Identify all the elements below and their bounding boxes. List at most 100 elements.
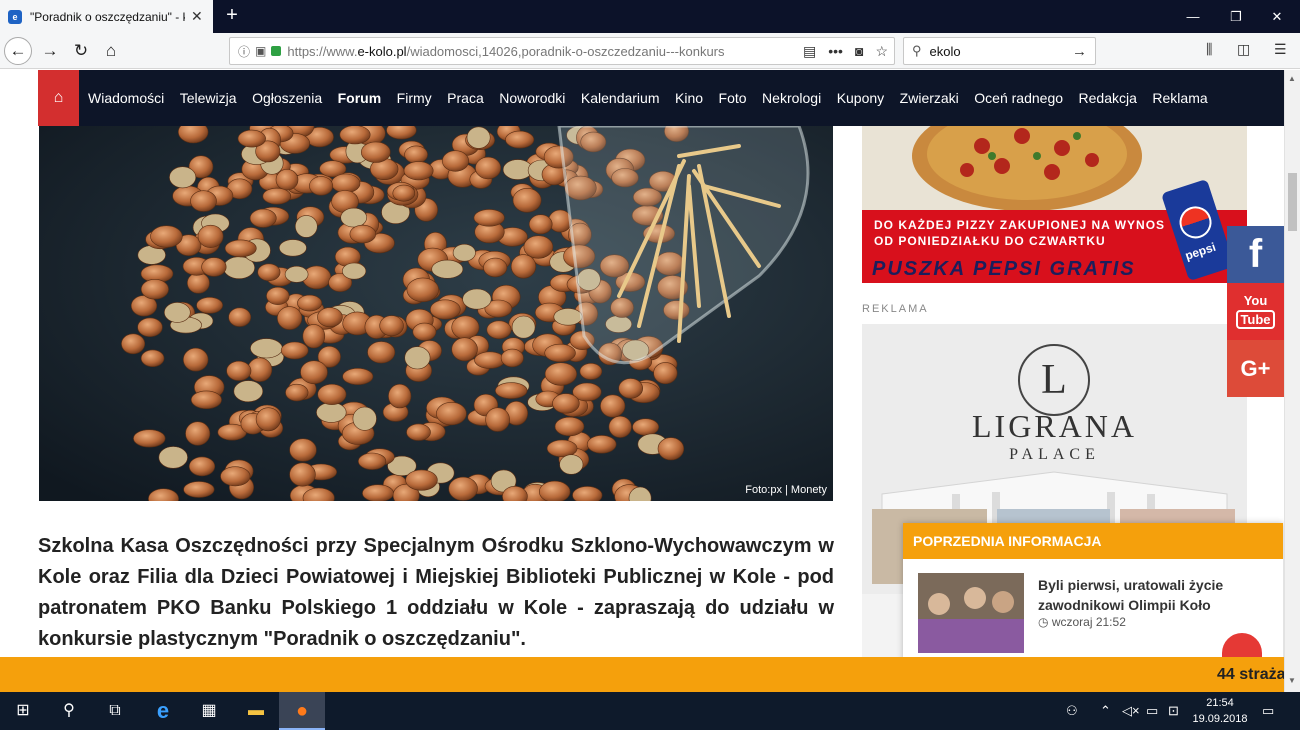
- back-button[interactable]: ←: [4, 37, 32, 65]
- menu-item-firmy[interactable]: Firmy: [397, 90, 432, 106]
- windows-start-icon[interactable]: ⊞: [0, 692, 46, 730]
- menu-item-telewizja[interactable]: Telewizja: [180, 90, 237, 106]
- facebook-icon: f: [1248, 232, 1263, 276]
- page-actions-icon[interactable]: •••: [828, 43, 843, 59]
- people-icon[interactable]: ⚇: [1066, 703, 1078, 719]
- info-icon[interactable]: ⓘ: [238, 43, 250, 60]
- restore-button[interactable]: ❐: [1213, 0, 1259, 33]
- scroll-down-arrow-icon[interactable]: ▼: [1288, 676, 1296, 685]
- edge-browser-icon[interactable]: e: [140, 692, 186, 730]
- sidebar-toggle-icon[interactable]: ◫: [1237, 41, 1250, 58]
- browser-tab[interactable]: e "Poradnik o oszczędzaniu" - ko ✕: [0, 0, 213, 33]
- article-lead: Szkolna Kasa Oszczędności przy Specjalny…: [38, 535, 834, 650]
- minimize-button[interactable]: —: [1170, 0, 1216, 33]
- new-tab-button[interactable]: +: [221, 4, 243, 28]
- coin-shape: [300, 360, 328, 384]
- menu-item-reklama[interactable]: Reklama: [1152, 90, 1207, 106]
- file-explorer-icon[interactable]: ▬: [233, 692, 279, 730]
- coin-shape: [190, 190, 217, 212]
- menu-item-kino[interactable]: Kino: [675, 90, 703, 106]
- coin-shape: [201, 257, 227, 277]
- coin-shape: [452, 243, 476, 262]
- ticker-text[interactable]: 44 straża: [1217, 666, 1286, 684]
- coin-shape: [302, 324, 326, 349]
- system-clock[interactable]: 21:54 19.09.2018: [1190, 695, 1250, 727]
- pizza-ad-banner[interactable]: DO KAŻDEJ PIZZY ZAKUPIONEJ NA WYNOS OD P…: [862, 126, 1247, 283]
- coin-shape: [349, 224, 376, 244]
- action-center-icon[interactable]: ▭: [1262, 703, 1274, 719]
- scrollbar-thumb[interactable]: [1288, 173, 1297, 231]
- store-icon[interactable]: ▦: [186, 692, 232, 730]
- search-go-arrow-icon[interactable]: →: [1072, 43, 1087, 60]
- menu-item-wiadomosci[interactable]: Wiadomości: [88, 90, 164, 106]
- coin-shape: [342, 262, 367, 280]
- menu-hamburger-icon[interactable]: ☰: [1274, 41, 1287, 58]
- url-text[interactable]: https://www.e-kolo.pl/wiadomosci,14026,p…: [287, 44, 757, 59]
- menu-item-praca[interactable]: Praca: [447, 90, 484, 106]
- menu-item-forum[interactable]: Forum: [338, 90, 382, 106]
- menu-item-zwierzaki[interactable]: Zwierzaki: [900, 90, 959, 106]
- scroll-up-arrow-icon[interactable]: ▲: [1288, 74, 1296, 83]
- search-input[interactable]: ekolo: [930, 44, 1072, 59]
- task-view-icon[interactable]: ⧉: [92, 692, 138, 730]
- menu-item-kupony[interactable]: Kupony: [837, 90, 884, 106]
- bookmark-star-icon[interactable]: ☆: [875, 43, 888, 60]
- network-icon[interactable]: ⊡: [1168, 703, 1179, 719]
- coin-shape: [539, 480, 571, 501]
- clock-time: 21:54: [1206, 697, 1234, 709]
- coin-shape: [228, 307, 252, 327]
- search-bar[interactable]: ⚲ ekolo →: [903, 37, 1096, 65]
- reload-button[interactable]: ↻: [67, 37, 95, 65]
- previous-article-thumbnail[interactable]: [918, 573, 1024, 653]
- page-scrollbar[interactable]: ▲ ▼: [1284, 70, 1300, 692]
- coin-shape: [618, 378, 644, 399]
- coin-shape: [448, 476, 478, 501]
- ligrana-monogram-icon: L: [1018, 344, 1090, 416]
- menu-item-noworodki[interactable]: Noworodki: [499, 90, 565, 106]
- youtube-button[interactable]: You Tube: [1227, 283, 1284, 340]
- coin-shape: [158, 446, 188, 469]
- coin-shape: [297, 294, 323, 312]
- firefox-icon[interactable]: ●: [279, 692, 325, 730]
- coin-shape: [188, 456, 216, 477]
- coin-shape: [237, 129, 266, 148]
- close-tab-icon[interactable]: ✕: [191, 8, 203, 25]
- pocket-icon[interactable]: ◙: [855, 43, 863, 59]
- forward-button[interactable]: →: [36, 37, 64, 65]
- battery-icon[interactable]: ▭: [1146, 703, 1158, 719]
- coin-shape: [289, 438, 317, 462]
- home-page-button[interactable]: ⌂: [97, 37, 125, 65]
- previous-article-title[interactable]: Byli pierwsi, uratowali życie zawodnikow…: [1038, 575, 1268, 615]
- coin-shape: [495, 382, 528, 399]
- facebook-button[interactable]: f: [1227, 226, 1284, 283]
- volume-icon[interactable]: ◁×: [1122, 703, 1140, 719]
- library-icon[interactable]: ⫼: [1206, 41, 1212, 58]
- permissions-icon[interactable]: ▣: [255, 44, 266, 58]
- coin-shape: [284, 265, 309, 283]
- coin-shape: [196, 297, 224, 314]
- menu-item-ogloszenia[interactable]: Ogłoszenia: [252, 90, 322, 106]
- googleplus-icon: G+: [1240, 355, 1271, 381]
- coin-shape: [247, 357, 273, 382]
- coin-shape: [150, 225, 183, 248]
- coin-shape: [379, 315, 404, 337]
- menu-item-nekrologi[interactable]: Nekrologi: [762, 90, 821, 106]
- coin-shape: [360, 141, 391, 163]
- address-bar[interactable]: ⓘ ▣ https://www.e-kolo.pl/wiadomosci,140…: [229, 37, 895, 65]
- coin-shape: [473, 209, 505, 227]
- pizza-ad-line1: DO KAŻDEJ PIZZY ZAKUPIONEJ NA WYNOS: [874, 218, 1166, 232]
- menu-item-redakcja[interactable]: Redakcja: [1079, 90, 1137, 106]
- coin-shape: [190, 390, 222, 409]
- close-window-button[interactable]: ✕: [1254, 0, 1300, 33]
- coin-shape: [186, 272, 210, 294]
- home-icon[interactable]: ⌂: [38, 70, 79, 126]
- taskbar-search-icon[interactable]: ⚲: [46, 692, 92, 730]
- menu-item-ocen-radnego[interactable]: Oceń radnego: [974, 90, 1063, 106]
- site-favicon-icon: e: [8, 9, 22, 24]
- menu-item-foto[interactable]: Foto: [719, 90, 747, 106]
- reader-view-icon[interactable]: ▤: [803, 43, 816, 60]
- coin-shape: [653, 362, 678, 385]
- tray-overflow-icon[interactable]: ⌃: [1100, 703, 1111, 719]
- googleplus-button[interactable]: G+: [1227, 340, 1284, 397]
- menu-item-kalendarium[interactable]: Kalendarium: [581, 90, 660, 106]
